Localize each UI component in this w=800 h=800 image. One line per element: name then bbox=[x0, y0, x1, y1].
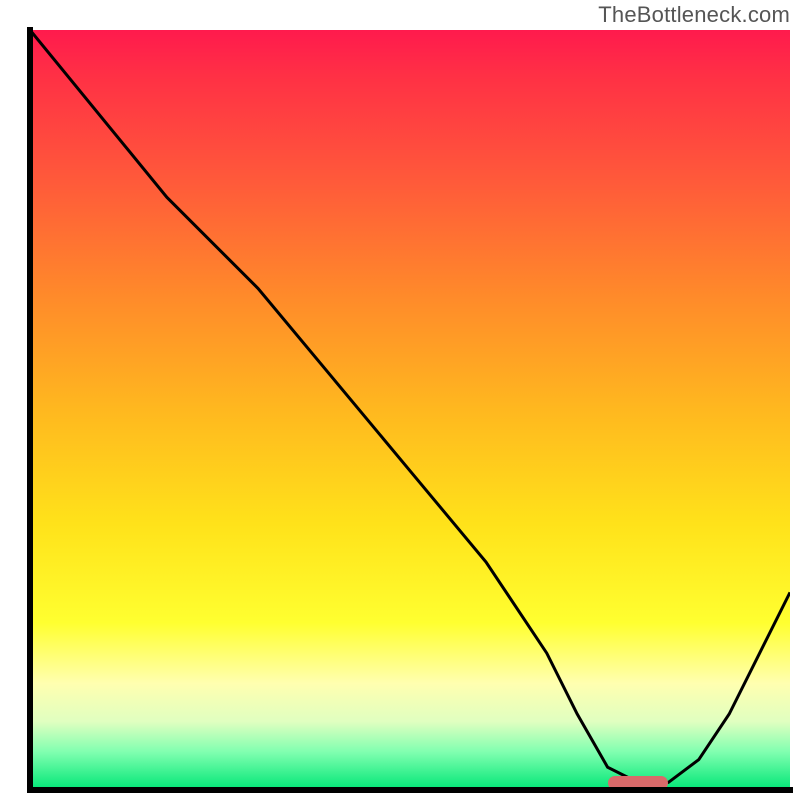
plot-area bbox=[30, 30, 790, 790]
y-axis bbox=[27, 27, 33, 793]
watermark-text: TheBottleneck.com bbox=[598, 2, 790, 28]
chart-container: TheBottleneck.com bbox=[0, 0, 800, 800]
x-axis bbox=[27, 787, 793, 793]
bottleneck-curve bbox=[30, 30, 790, 790]
curve-path bbox=[30, 30, 790, 782]
